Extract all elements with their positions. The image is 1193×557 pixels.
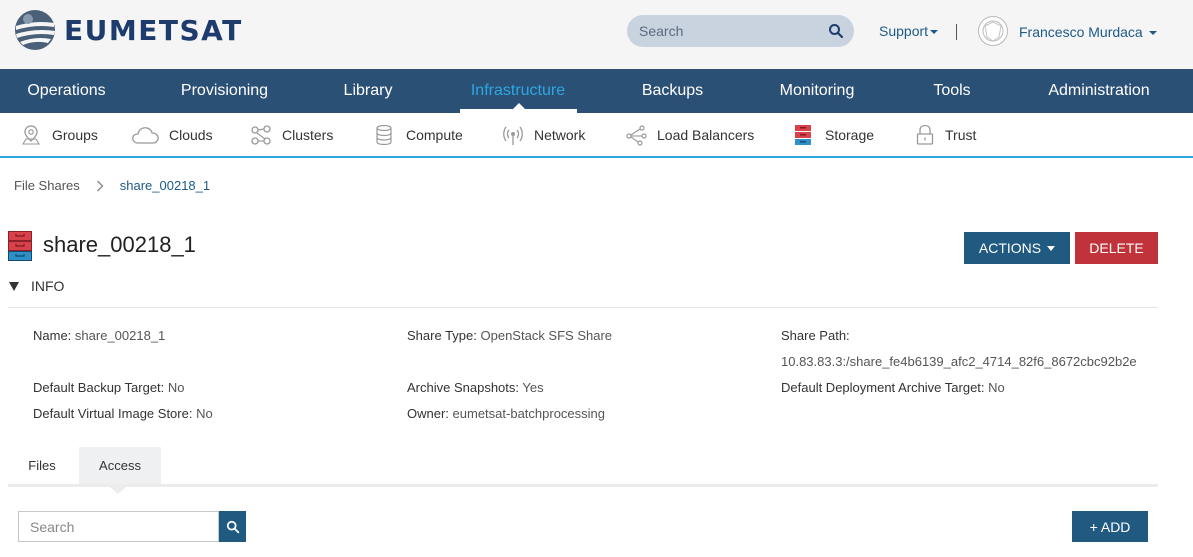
field-label: Archive Snapshots: bbox=[407, 380, 520, 395]
triangle-down-icon bbox=[9, 281, 19, 291]
field-value: No bbox=[988, 380, 1005, 395]
search-icon[interactable] bbox=[828, 23, 844, 39]
field-label: Share Path: bbox=[781, 328, 850, 343]
info-owner: Owner: eumetsat-batchprocessing bbox=[407, 406, 605, 421]
sub-nav: Groups Clouds Clusters Compute Network L… bbox=[0, 113, 1193, 157]
database-icon bbox=[376, 124, 392, 146]
subnav-item-clusters[interactable]: Clusters bbox=[250, 113, 333, 157]
global-search[interactable] bbox=[627, 15, 854, 47]
cloud-icon bbox=[132, 127, 159, 144]
info-label: INFO bbox=[31, 278, 65, 294]
lock-icon bbox=[916, 124, 934, 145]
subnav-item-clouds[interactable]: Clouds bbox=[131, 113, 213, 157]
actions-button[interactable]: ACTIONS bbox=[964, 232, 1070, 264]
info-default-virtual-image-store: Default Virtual Image Store: No bbox=[33, 406, 213, 421]
avatar[interactable] bbox=[978, 16, 1008, 46]
info-name: Name: share_00218_1 bbox=[33, 328, 165, 343]
active-nav-notch bbox=[512, 103, 526, 110]
chevron-right-icon bbox=[96, 180, 104, 191]
field-value: Yes bbox=[522, 380, 544, 395]
field-value: OpenStack SFS Share bbox=[480, 328, 613, 343]
nav-item-operations[interactable]: Operations bbox=[0, 69, 133, 113]
access-search[interactable] bbox=[18, 511, 219, 542]
globe-icon bbox=[15, 10, 55, 50]
field-label: Default Virtual Image Store: bbox=[33, 406, 193, 421]
support-menu[interactable]: Support bbox=[879, 23, 939, 39]
actions-label: ACTIONS bbox=[978, 240, 1042, 256]
access-search-button[interactable] bbox=[219, 511, 246, 542]
nav-item-provisioning[interactable]: Provisioning bbox=[164, 69, 285, 113]
subnav-item-storage[interactable]: Storage bbox=[794, 113, 874, 157]
chevron-down-icon bbox=[1047, 245, 1056, 251]
subnav-item-trust[interactable]: Trust bbox=[915, 113, 976, 157]
info-share-type: Share Type: OpenStack SFS Share bbox=[407, 328, 612, 343]
field-label: Name: bbox=[33, 328, 72, 343]
top-header: EUMETSAT Support Francesco Murdaca bbox=[0, 0, 1193, 69]
nav-item-administration[interactable]: Administration bbox=[1036, 69, 1162, 113]
info-default-backup-target: Default Backup Target: No bbox=[33, 380, 185, 395]
subnav-label: Load Balancers bbox=[657, 127, 755, 143]
support-label: Support bbox=[879, 23, 929, 39]
subnav-item-load-balancers[interactable]: Load Balancers bbox=[625, 113, 754, 157]
brand-logo[interactable]: EUMETSAT bbox=[14, 9, 243, 51]
delete-button[interactable]: DELETE bbox=[1075, 232, 1158, 264]
breadcrumb: File Shares share_00218_1 bbox=[14, 178, 210, 193]
field-value: No bbox=[196, 406, 213, 421]
subnav-label: Clusters bbox=[282, 127, 334, 143]
field-value: eumetsat-batchprocessing bbox=[452, 406, 606, 421]
info-share-path-value: 10.83.83.3:/share_fe4b6139_afc2_4714_82f… bbox=[781, 354, 1137, 369]
subnav-label: Compute bbox=[406, 127, 463, 143]
field-value: 10.83.83.3:/share_fe4b6139_afc2_4714_82f… bbox=[781, 354, 1137, 369]
subnav-item-network[interactable]: Network bbox=[502, 113, 585, 157]
nav-item-library[interactable]: Library bbox=[323, 69, 413, 113]
access-search-input[interactable] bbox=[19, 512, 218, 541]
load-balancer-icon bbox=[626, 125, 647, 146]
chevron-down-icon bbox=[930, 30, 939, 35]
nav-item-tools[interactable]: Tools bbox=[912, 69, 992, 113]
tab-access[interactable]: Access bbox=[79, 447, 161, 484]
field-label: Share Type: bbox=[407, 328, 477, 343]
storage-icon bbox=[795, 125, 811, 145]
header-divider bbox=[956, 24, 957, 40]
subnav-label: Groups bbox=[52, 127, 98, 143]
info-archive-snapshots: Archive Snapshots: Yes bbox=[407, 380, 544, 395]
main-nav: Operations Provisioning Library Infrastr… bbox=[0, 69, 1193, 113]
breadcrumb-file-shares[interactable]: File Shares bbox=[14, 178, 80, 193]
info-section-toggle[interactable]: INFO bbox=[9, 278, 64, 294]
page-title: share_00218_1 bbox=[43, 232, 196, 257]
map-pin-icon bbox=[22, 125, 40, 145]
nav-item-monitoring[interactable]: Monitoring bbox=[767, 69, 867, 113]
subnav-label: Storage bbox=[825, 127, 875, 143]
user-avatar-icon bbox=[982, 20, 1004, 42]
field-value: share_00218_1 bbox=[74, 328, 166, 343]
tab-files[interactable]: Files bbox=[8, 447, 76, 484]
active-tab-notch bbox=[110, 487, 126, 494]
brand-name: EUMETSAT bbox=[64, 13, 243, 47]
field-label: Default Deployment Archive Target: bbox=[781, 380, 985, 395]
user-menu[interactable]: Francesco Murdaca bbox=[1019, 24, 1157, 40]
field-value: No bbox=[167, 380, 185, 395]
wireless-icon bbox=[503, 126, 523, 145]
add-button[interactable]: + ADD bbox=[1072, 511, 1148, 542]
global-search-input[interactable] bbox=[639, 22, 819, 40]
search-icon bbox=[226, 520, 239, 533]
subnav-label: Clouds bbox=[169, 127, 213, 143]
tabs-underline bbox=[8, 484, 1158, 487]
subnav-label: Network bbox=[534, 127, 586, 143]
clusters-icon bbox=[251, 125, 271, 145]
subnav-label: Trust bbox=[945, 127, 977, 143]
info-share-path: Share Path: bbox=[781, 328, 850, 343]
info-default-deployment-archive-target: Default Deployment Archive Target: No bbox=[781, 380, 1005, 395]
nav-item-backups[interactable]: Backups bbox=[625, 69, 720, 113]
field-label: Default Backup Target: bbox=[33, 380, 165, 395]
user-name: Francesco Murdaca bbox=[1019, 24, 1143, 40]
subnav-divider bbox=[0, 156, 1193, 158]
subnav-item-groups[interactable]: Groups bbox=[20, 113, 98, 157]
chevron-down-icon bbox=[1148, 31, 1157, 36]
info-divider bbox=[8, 307, 1158, 308]
subnav-item-compute[interactable]: Compute bbox=[374, 113, 463, 157]
field-label: Owner: bbox=[407, 406, 449, 421]
breadcrumb-current[interactable]: share_00218_1 bbox=[120, 178, 210, 193]
storage-icon bbox=[8, 231, 32, 261]
